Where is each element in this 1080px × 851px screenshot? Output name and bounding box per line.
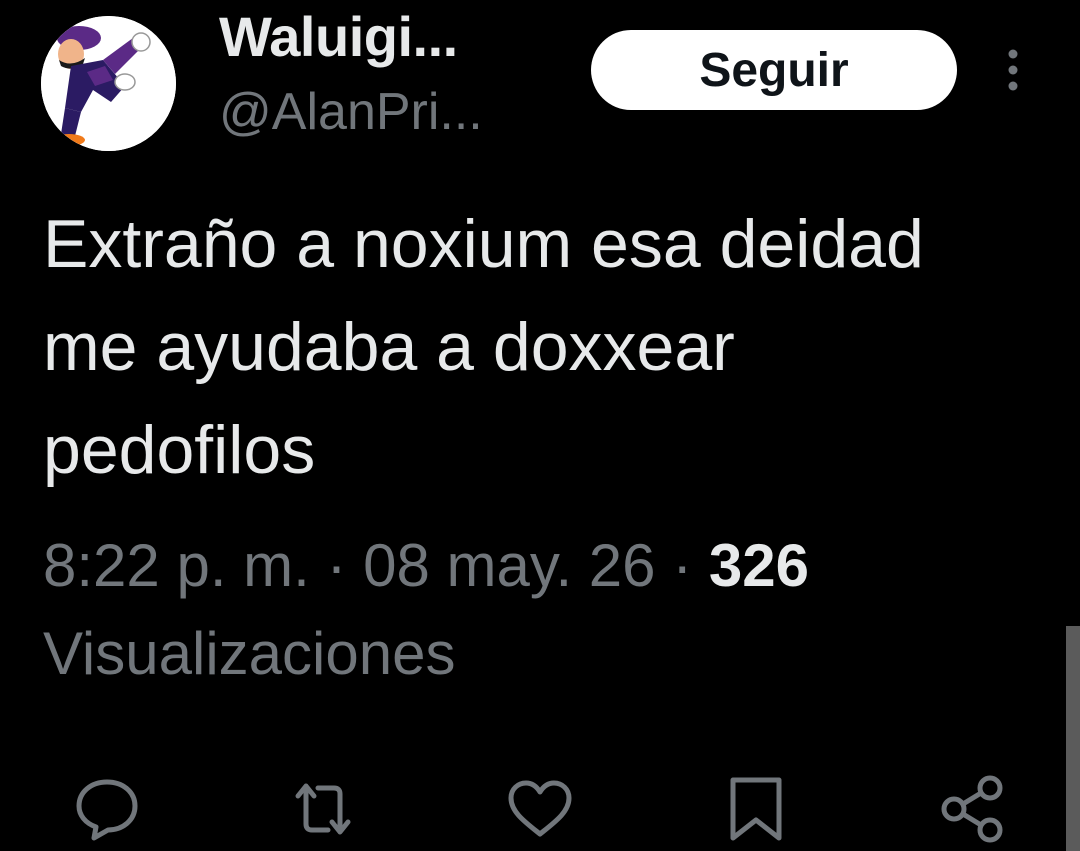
user-handle[interactable]: @AlanPri... (219, 82, 483, 142)
avatar[interactable] (41, 16, 176, 151)
scrollbar[interactable] (1066, 626, 1080, 851)
more-options-button[interactable] (998, 46, 1028, 96)
display-name[interactable]: Waluigi... (219, 4, 458, 69)
share-button[interactable] (938, 774, 1008, 844)
bookmark-button[interactable] (721, 774, 791, 844)
like-icon (508, 780, 572, 837)
meta-separator: · (672, 532, 693, 599)
share-icon (941, 775, 1003, 843)
meta-separator: · (326, 532, 347, 599)
views-label: Visualizaciones (43, 620, 456, 687)
reply-icon (76, 779, 138, 841)
retweet-button[interactable] (288, 774, 358, 844)
follow-button[interactable]: Seguir (591, 30, 957, 110)
retweet-icon (295, 783, 351, 835)
bookmark-icon (730, 777, 782, 841)
tweet-date[interactable]: 08 may. 26 (363, 532, 655, 599)
tweet-text: Extraño a noxium esa deidad me ayudaba a… (43, 206, 924, 488)
follow-button-label: Seguir (699, 43, 849, 97)
like-button[interactable] (505, 774, 575, 844)
waluigi-avatar-icon (41, 16, 176, 151)
views-count: 326 (708, 532, 809, 599)
reply-button[interactable] (72, 774, 142, 844)
more-vertical-icon (1008, 49, 1018, 91)
tweet-meta: 8:22 p. m. · 08 may. 26 · 326 Visualizac… (43, 522, 1023, 698)
tweet-time[interactable]: 8:22 p. m. (43, 532, 310, 599)
